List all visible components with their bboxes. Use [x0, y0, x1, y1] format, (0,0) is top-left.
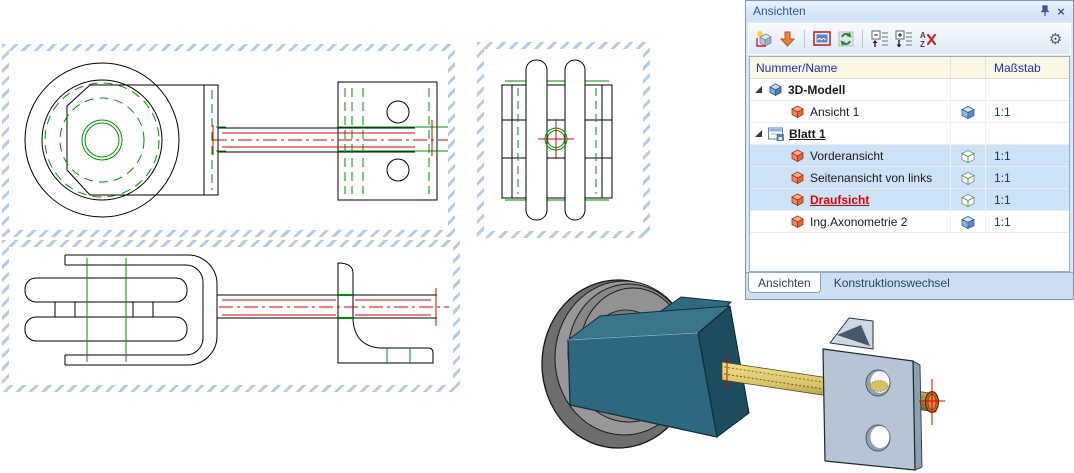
side-view-drawing	[501, 59, 613, 221]
cad-workspace: Ansichten × A Z ⚙ Nummer/Name Maßstab 3D…	[0, 0, 1074, 473]
row-scale	[985, 123, 1069, 144]
plate-hole-upper	[865, 369, 891, 397]
angle-plate	[822, 317, 923, 471]
toolbar-separator	[804, 30, 805, 48]
svg-text:Z: Z	[920, 40, 925, 48]
wire-cube-icon	[961, 149, 975, 163]
cube-blue-icon	[769, 83, 782, 97]
table-empty-area	[750, 233, 1069, 271]
expand-all-icon[interactable]	[894, 30, 913, 49]
table-row-vorderansicht[interactable]: Vorderansicht 1:1	[750, 145, 1069, 167]
table-row-blatt-1[interactable]: Blatt 1	[750, 123, 1069, 145]
cube-orange-icon	[791, 215, 804, 229]
panel-toolbar: A Z ⚙	[748, 23, 1071, 55]
row-label: Draufsicht	[810, 192, 870, 207]
top-view-2d[interactable]	[2, 240, 460, 392]
table-row-ansicht-1[interactable]: Ansicht 1 1:1	[750, 101, 1069, 123]
column-header-type	[950, 57, 985, 78]
refresh-icon[interactable]	[836, 30, 855, 49]
left-side-view-2d[interactable]	[477, 42, 650, 238]
plate-hole-lower	[865, 424, 891, 452]
toolbar-separator	[862, 30, 863, 48]
top-view-drawing	[24, 254, 449, 366]
column-header-name: Nummer/Name	[756, 60, 838, 75]
gear-icon[interactable]: ⚙	[1046, 30, 1065, 49]
table-row-draufsicht[interactable]: Draufsicht 1:1	[750, 189, 1069, 211]
sheet-view-icon[interactable]	[812, 30, 831, 49]
table-header: Nummer/Name Maßstab	[750, 57, 1069, 79]
row-label: Ing.Axonometrie 2	[810, 214, 908, 229]
views-table: Nummer/Name Maßstab 3D-Modell Ansicht 1 …	[749, 56, 1070, 272]
tab-ansichten[interactable]: Ansichten	[748, 273, 821, 293]
table-row-axonometrie[interactable]: Ing.Axonometrie 2 1:1	[750, 211, 1069, 233]
panel-titlebar[interactable]: Ansichten ×	[746, 1, 1073, 21]
shaded-cube-icon	[961, 215, 975, 229]
expand-triangle-icon[interactable]	[754, 129, 763, 138]
front-view-2d[interactable]	[2, 44, 455, 237]
tab-konstruktionswechsel[interactable]: Konstruktionswechsel	[825, 273, 959, 292]
collapse-all-icon[interactable]	[870, 30, 889, 49]
cube-orange-icon	[791, 193, 804, 207]
new-sheet-icon[interactable]	[754, 30, 773, 49]
row-scale: 1:1	[985, 167, 1069, 188]
isometric-3d-model[interactable]	[540, 270, 950, 473]
row-scale: 1:1	[985, 145, 1069, 166]
wire-cube-icon	[961, 193, 975, 207]
close-icon[interactable]: ×	[1053, 3, 1069, 19]
pin-icon[interactable]	[1037, 3, 1053, 19]
panel-title: Ansichten	[753, 4, 806, 18]
table-row-3d-modell[interactable]: 3D-Modell	[750, 79, 1069, 101]
panel-tabbar: Ansichten Konstruktionswechsel	[746, 272, 1073, 299]
column-header-scale: Maßstab	[985, 57, 1069, 78]
row-label: Vorderansicht	[810, 148, 884, 163]
cube-orange-icon	[791, 171, 804, 185]
sheet-icon	[768, 127, 784, 141]
row-scale: 1:1	[985, 189, 1069, 210]
wire-cube-icon	[961, 171, 975, 185]
svg-text:A: A	[920, 31, 926, 40]
row-scale: 1:1	[985, 211, 1069, 232]
row-scale: 1:1	[985, 101, 1069, 122]
row-label: Seitenansicht von links	[810, 170, 933, 185]
front-view-drawing	[24, 62, 448, 218]
shaded-cube-icon	[961, 105, 975, 119]
row-scale	[985, 79, 1069, 100]
row-label: Blatt 1	[789, 126, 826, 141]
arrow-down-icon[interactable]	[778, 30, 797, 49]
row-label: 3D-Modell	[788, 82, 846, 97]
expand-triangle-icon[interactable]	[754, 85, 763, 94]
cube-orange-icon	[791, 105, 804, 119]
table-row-seitenansicht[interactable]: Seitenansicht von links 1:1	[750, 167, 1069, 189]
views-panel: Ansichten × A Z ⚙ Nummer/Name Maßstab 3D…	[745, 0, 1074, 300]
cube-orange-icon	[791, 149, 804, 163]
sort-remove-icon[interactable]: A Z	[918, 30, 937, 49]
row-label: Ansicht 1	[810, 104, 860, 119]
